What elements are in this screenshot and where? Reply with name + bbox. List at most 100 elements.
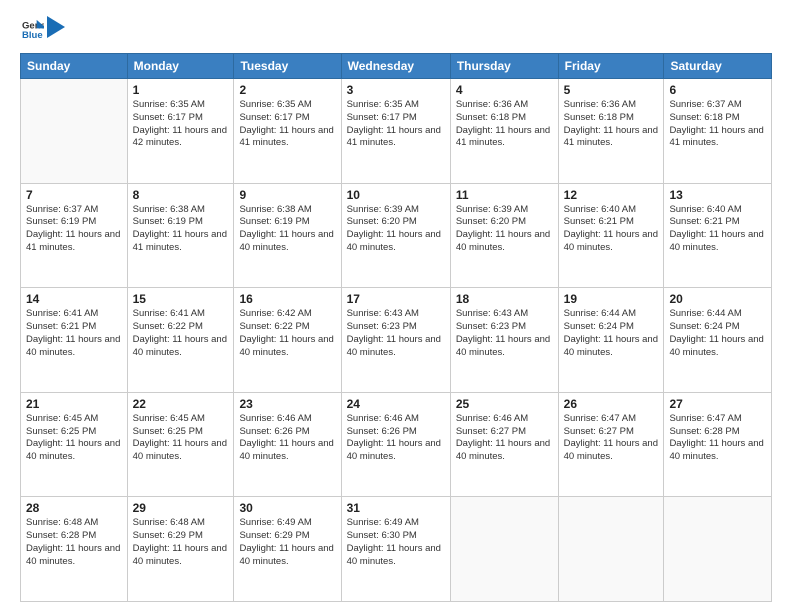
day-number: 15: [133, 292, 229, 306]
day-number: 22: [133, 397, 229, 411]
calendar-cell: 18Sunrise: 6:43 AMSunset: 6:23 PMDayligh…: [450, 288, 558, 393]
weekday-header-thursday: Thursday: [450, 54, 558, 79]
calendar-cell: 1 Sunrise: 6:35 AMSunset: 6:17 PMDaylight…: [127, 79, 234, 184]
day-info: Sunrise: 6:41 AMSunset: 6:22 PMDaylight:…: [133, 308, 229, 359]
calendar-table: SundayMondayTuesdayWednesdayThursdayFrid…: [20, 53, 772, 602]
day-info: Sunrise: 6:40 AMSunset: 6:21 PMDaylight:…: [669, 204, 766, 255]
day-number: 4: [456, 83, 553, 97]
calendar-cell: 23Sunrise: 6:46 AMSunset: 6:26 PMDayligh…: [234, 392, 341, 497]
day-number: 9: [239, 188, 335, 202]
day-number: 28: [26, 501, 122, 515]
day-number: 27: [669, 397, 766, 411]
day-info: Sunrise: 6:42 AMSunset: 6:22 PMDaylight:…: [239, 308, 335, 359]
calendar-cell: 13Sunrise: 6:40 AMSunset: 6:21 PMDayligh…: [664, 183, 772, 288]
day-number: 5: [564, 83, 659, 97]
day-number: 2: [239, 83, 335, 97]
calendar-cell: [21, 79, 128, 184]
calendar-cell: 9 Sunrise: 6:38 AMSunset: 6:19 PMDaylight…: [234, 183, 341, 288]
calendar-cell: 26 Sunrise: 6:47 AMSunset: 6:27 PMDayligh…: [558, 392, 664, 497]
logo-arrow-icon: [47, 16, 65, 38]
day-number: 24: [347, 397, 445, 411]
day-number: 11: [456, 188, 553, 202]
calendar-cell: 19Sunrise: 6:44 AMSunset: 6:24 PMDayligh…: [558, 288, 664, 393]
calendar-cell: 24Sunrise: 6:46 AMSunset: 6:26 PMDayligh…: [341, 392, 450, 497]
calendar-cell: [558, 497, 664, 602]
calendar-week-row: 21 Sunrise: 6:45 AMSunset: 6:25 PMDayligh…: [21, 392, 772, 497]
calendar-cell: 27 Sunrise: 6:47 AMSunset: 6:28 PMDayligh…: [664, 392, 772, 497]
day-number: 19: [564, 292, 659, 306]
calendar-cell: 25Sunrise: 6:46 AMSunset: 6:27 PMDayligh…: [450, 392, 558, 497]
day-info: Sunrise: 6:39 AMSunset: 6:20 PMDaylight:…: [456, 204, 553, 255]
day-info: Sunrise: 6:35 AMSunset: 6:17 PMDaylight:…: [133, 99, 229, 150]
weekday-header-friday: Friday: [558, 54, 664, 79]
day-info: Sunrise: 6:37 AMSunset: 6:18 PMDaylight:…: [669, 99, 766, 150]
day-info: Sunrise: 6:45 AMSunset: 6:25 PMDaylight:…: [133, 413, 229, 464]
calendar-week-row: 1 Sunrise: 6:35 AMSunset: 6:17 PMDaylight…: [21, 79, 772, 184]
calendar-cell: 7 Sunrise: 6:37 AMSunset: 6:19 PMDaylight…: [21, 183, 128, 288]
day-number: 3: [347, 83, 445, 97]
calendar-cell: 5 Sunrise: 6:36 AMSunset: 6:18 PMDaylight…: [558, 79, 664, 184]
day-info: Sunrise: 6:47 AMSunset: 6:27 PMDaylight:…: [564, 413, 659, 464]
calendar-week-row: 7 Sunrise: 6:37 AMSunset: 6:19 PMDaylight…: [21, 183, 772, 288]
day-number: 25: [456, 397, 553, 411]
calendar-cell: 4 Sunrise: 6:36 AMSunset: 6:18 PMDaylight…: [450, 79, 558, 184]
day-number: 21: [26, 397, 122, 411]
day-number: 31: [347, 501, 445, 515]
day-number: 17: [347, 292, 445, 306]
day-number: 30: [239, 501, 335, 515]
calendar-cell: 16 Sunrise: 6:42 AMSunset: 6:22 PMDayligh…: [234, 288, 341, 393]
day-info: Sunrise: 6:41 AMSunset: 6:21 PMDaylight:…: [26, 308, 122, 359]
day-number: 18: [456, 292, 553, 306]
day-number: 16: [239, 292, 335, 306]
calendar-cell: 31 Sunrise: 6:49 AMSunset: 6:30 PMDayligh…: [341, 497, 450, 602]
day-info: Sunrise: 6:39 AMSunset: 6:20 PMDaylight:…: [347, 204, 445, 255]
day-info: Sunrise: 6:36 AMSunset: 6:18 PMDaylight:…: [564, 99, 659, 150]
day-info: Sunrise: 6:49 AMSunset: 6:30 PMDaylight:…: [347, 517, 445, 568]
header: General Blue: [20, 18, 772, 45]
logo: General Blue: [20, 18, 65, 45]
day-info: Sunrise: 6:47 AMSunset: 6:28 PMDaylight:…: [669, 413, 766, 464]
calendar-week-row: 14 Sunrise: 6:41 AMSunset: 6:21 PMDayligh…: [21, 288, 772, 393]
page: General Blue SundayMondayTuesdayWe: [0, 0, 792, 612]
day-number: 20: [669, 292, 766, 306]
day-number: 12: [564, 188, 659, 202]
calendar-cell: 12 Sunrise: 6:40 AMSunset: 6:21 PMDayligh…: [558, 183, 664, 288]
day-info: Sunrise: 6:38 AMSunset: 6:19 PMDaylight:…: [239, 204, 335, 255]
day-number: 7: [26, 188, 122, 202]
svg-text:Blue: Blue: [22, 30, 43, 40]
calendar-cell: 10Sunrise: 6:39 AMSunset: 6:20 PMDayligh…: [341, 183, 450, 288]
calendar-cell: 2 Sunrise: 6:35 AMSunset: 6:17 PMDaylight…: [234, 79, 341, 184]
calendar-cell: 8Sunrise: 6:38 AMSunset: 6:19 PMDaylight…: [127, 183, 234, 288]
day-info: Sunrise: 6:49 AMSunset: 6:29 PMDaylight:…: [239, 517, 335, 568]
day-info: Sunrise: 6:40 AMSunset: 6:21 PMDaylight:…: [564, 204, 659, 255]
day-info: Sunrise: 6:44 AMSunset: 6:24 PMDaylight:…: [669, 308, 766, 359]
weekday-header-sunday: Sunday: [21, 54, 128, 79]
calendar-week-row: 28 Sunrise: 6:48 AMSunset: 6:28 PMDayligh…: [21, 497, 772, 602]
weekday-header-wednesday: Wednesday: [341, 54, 450, 79]
day-info: Sunrise: 6:45 AMSunset: 6:25 PMDaylight:…: [26, 413, 122, 464]
day-info: Sunrise: 6:46 AMSunset: 6:26 PMDaylight:…: [239, 413, 335, 464]
day-number: 8: [133, 188, 229, 202]
calendar-cell: 6Sunrise: 6:37 AMSunset: 6:18 PMDaylight…: [664, 79, 772, 184]
day-number: 14: [26, 292, 122, 306]
calendar-cell: 30 Sunrise: 6:49 AMSunset: 6:29 PMDayligh…: [234, 497, 341, 602]
day-info: Sunrise: 6:35 AMSunset: 6:17 PMDaylight:…: [239, 99, 335, 150]
day-info: Sunrise: 6:48 AMSunset: 6:28 PMDaylight:…: [26, 517, 122, 568]
day-number: 29: [133, 501, 229, 515]
weekday-header-saturday: Saturday: [664, 54, 772, 79]
day-number: 1: [133, 83, 229, 97]
day-info: Sunrise: 6:43 AMSunset: 6:23 PMDaylight:…: [347, 308, 445, 359]
day-info: Sunrise: 6:37 AMSunset: 6:19 PMDaylight:…: [26, 204, 122, 255]
day-number: 26: [564, 397, 659, 411]
calendar-cell: 11 Sunrise: 6:39 AMSunset: 6:20 PMDayligh…: [450, 183, 558, 288]
day-info: Sunrise: 6:35 AMSunset: 6:17 PMDaylight:…: [347, 99, 445, 150]
calendar-cell: 28 Sunrise: 6:48 AMSunset: 6:28 PMDayligh…: [21, 497, 128, 602]
calendar-cell: 14 Sunrise: 6:41 AMSunset: 6:21 PMDayligh…: [21, 288, 128, 393]
day-info: Sunrise: 6:36 AMSunset: 6:18 PMDaylight:…: [456, 99, 553, 150]
calendar-cell: 21 Sunrise: 6:45 AMSunset: 6:25 PMDayligh…: [21, 392, 128, 497]
calendar-cell: 3 Sunrise: 6:35 AMSunset: 6:17 PMDaylight…: [341, 79, 450, 184]
day-info: Sunrise: 6:48 AMSunset: 6:29 PMDaylight:…: [133, 517, 229, 568]
calendar-cell: 29 Sunrise: 6:48 AMSunset: 6:29 PMDayligh…: [127, 497, 234, 602]
weekday-header-monday: Monday: [127, 54, 234, 79]
calendar-header-row: SundayMondayTuesdayWednesdayThursdayFrid…: [21, 54, 772, 79]
